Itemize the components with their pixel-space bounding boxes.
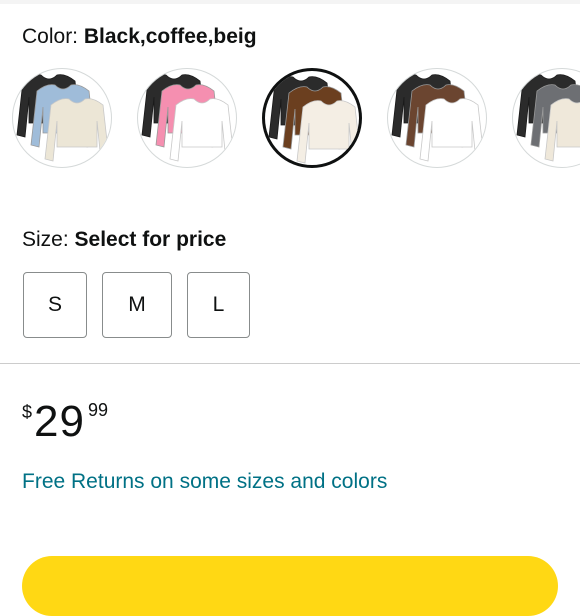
price-fraction: 99 [88, 400, 109, 420]
price-currency-symbol: $ [22, 402, 33, 422]
product-thumbnail-icon [141, 74, 235, 162]
size-button-s[interactable]: S [23, 272, 87, 338]
top-divider-strip [0, 0, 580, 4]
color-swatch-black-gray-beige[interactable] [512, 68, 580, 168]
size-label: Size: [22, 228, 75, 251]
add-to-cart-button[interactable] [22, 556, 558, 616]
selected-color-value: Black,coffee,beig [83, 25, 257, 48]
color-variation-label: Color: Black,coffee,beig [22, 24, 257, 50]
product-thumbnail-icon [516, 74, 580, 162]
price-whole: 29 [34, 397, 85, 446]
color-swatch-black-pink-white[interactable] [137, 68, 237, 168]
size-variation-label: Size: Select for price [22, 227, 226, 253]
product-thumbnail-icon [268, 76, 359, 164]
color-swatch-black-coffee-beige[interactable] [262, 68, 362, 168]
size-prompt: Select for price [74, 228, 227, 251]
size-button-m[interactable]: M [102, 272, 172, 338]
color-label: Color: [22, 25, 84, 48]
color-swatch-black-blue-beige[interactable] [12, 68, 112, 168]
product-thumbnail-icon [391, 74, 485, 162]
color-swatch-row [0, 68, 580, 176]
product-thumbnail-icon [16, 74, 110, 162]
free-returns-link[interactable]: Free Returns on some sizes and colors [22, 469, 387, 495]
section-divider [0, 363, 580, 364]
color-swatch-black-brown-white[interactable] [387, 68, 487, 168]
size-button-l[interactable]: L [187, 272, 250, 338]
